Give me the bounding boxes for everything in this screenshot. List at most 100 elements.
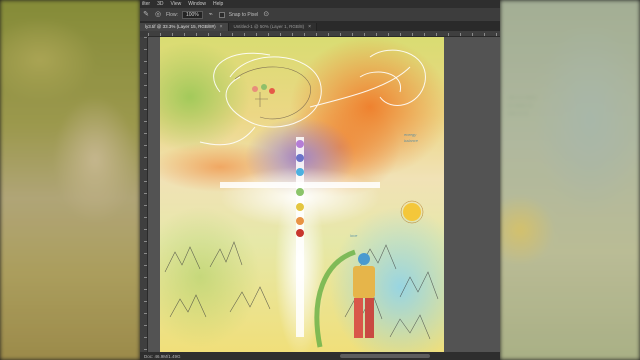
ruler-tick (144, 121, 147, 122)
ruler-tick (460, 33, 461, 36)
canvas-note: balance (404, 138, 419, 143)
ruler-tick (424, 33, 425, 36)
snap-checkbox[interactable] (218, 11, 225, 18)
painting (160, 37, 444, 352)
document-canvas[interactable]: energy balance love (160, 37, 444, 352)
menu-view[interactable]: View (170, 0, 181, 8)
ruler-tick (144, 325, 147, 326)
ruler-tick (220, 33, 221, 36)
menu-3d[interactable]: 3D (157, 0, 163, 8)
ruler-tick (144, 205, 147, 206)
photoshop-window: ilter 3D View Window Help ✎ ◎ Flow: 100%… (140, 0, 500, 360)
ruler-tick (144, 85, 147, 86)
ruler-tick (280, 33, 281, 36)
flow-input[interactable]: 100% (181, 10, 203, 19)
ruler-tick (144, 61, 147, 62)
ruler-tick (448, 33, 449, 36)
ruler-tick (144, 97, 147, 98)
close-icon[interactable]: × (220, 23, 223, 31)
canvas-note: love (350, 233, 358, 238)
ruler-tick (364, 33, 365, 36)
snap-checkbox-label: Snap to Pixel (228, 11, 259, 18)
ruler-tick (484, 33, 485, 36)
ruler-tick (316, 33, 317, 36)
ruler-tick (388, 33, 389, 36)
ruler-tick (144, 37, 147, 38)
ruler-tick (144, 181, 147, 182)
document-tab-bar: ly3.tif @ 33.3% (Layer 15, RGB/8#) × Unt… (140, 22, 500, 31)
chakra-third-eye (296, 154, 304, 162)
background-scribble: ~~ ~ ~~~ ~ ~~~ ~ ~~ ~ ~ (508, 95, 537, 118)
ruler-tick (144, 277, 147, 278)
vertical-ruler[interactable] (140, 37, 148, 352)
sun (403, 203, 421, 221)
document-tab[interactable]: Untitled-1 @ 50% (Layer 1, RGB/8) × (228, 23, 318, 31)
ruler-tick (144, 193, 147, 194)
ruler-tick (472, 33, 473, 36)
pressure-size-icon[interactable]: ⊙ (262, 11, 270, 19)
menu-filter[interactable]: ilter (142, 0, 150, 8)
ruler-tick (144, 49, 147, 50)
tab-label: Untitled-1 @ 50% (Layer 1, RGB/8) (233, 24, 305, 29)
ruler-tick (144, 145, 147, 146)
chakra-heart (296, 188, 304, 196)
tab-label: ly3.tif @ 33.3% (Layer 15, RGB/8#) (145, 24, 216, 29)
chakra-sacral (296, 217, 304, 225)
airbrush-icon[interactable]: ⌁ (207, 11, 215, 19)
ruler-tick (160, 33, 161, 36)
ruler-tick (148, 33, 149, 36)
menu-window[interactable]: Window (188, 0, 206, 8)
ruler-tick (144, 73, 147, 74)
ruler-tick (144, 289, 147, 290)
ruler-tick (268, 33, 269, 36)
ruler-tick (304, 33, 305, 36)
ruler-tick (144, 229, 147, 230)
doc-size-readout: Doc: 46.9M/1.49G (144, 353, 181, 359)
close-icon[interactable]: × (308, 23, 311, 31)
chakra-throat (296, 168, 304, 176)
ruler-tick (412, 33, 413, 36)
ruler-tick (144, 253, 147, 254)
ruler-tick (208, 33, 209, 36)
options-bar: ✎ ◎ Flow: 100% ⌁ Snap to Pixel ⊙ (140, 8, 500, 22)
horizontal-scrollbar[interactable] (340, 354, 430, 358)
canvas-note: energy (404, 132, 417, 137)
ruler-tick (436, 33, 437, 36)
ruler-tick (400, 33, 401, 36)
ruler-tick (144, 337, 147, 338)
ruler-tick (328, 33, 329, 36)
ruler-tick (496, 33, 497, 36)
ruler-tick (376, 33, 377, 36)
pressure-opacity-icon[interactable]: ◎ (154, 11, 162, 19)
ruler-tick (144, 169, 147, 170)
ruler-tick (172, 33, 173, 36)
flow-label: Flow: (166, 11, 178, 18)
ruler-tick (144, 133, 147, 134)
ruler-tick (144, 313, 147, 314)
ruler-tick (144, 265, 147, 266)
menu-bar: ilter 3D View Window Help (140, 0, 500, 8)
ruler-tick (232, 33, 233, 36)
menu-help[interactable]: Help (213, 0, 223, 8)
status-bar: Doc: 46.9M/1.49G (140, 352, 500, 360)
brush-preset-icon[interactable]: ✎ (142, 11, 150, 19)
ruler-tick (196, 33, 197, 36)
ruler-tick (144, 349, 147, 350)
ruler-tick (352, 33, 353, 36)
ruler-tick (340, 33, 341, 36)
ruler-tick (144, 157, 147, 158)
chakra-crown (296, 140, 304, 148)
ruler-tick (256, 33, 257, 36)
ruler-tick (144, 217, 147, 218)
ruler-tick (244, 33, 245, 36)
ruler-tick (144, 241, 147, 242)
chakra-solar (296, 203, 304, 211)
ruler-tick (184, 33, 185, 36)
ruler-tick (144, 109, 147, 110)
ruler-tick (144, 301, 147, 302)
document-tab-active[interactable]: ly3.tif @ 33.3% (Layer 15, RGB/8#) × (140, 23, 229, 31)
ruler-tick (292, 33, 293, 36)
background-blur-right: ~~ ~ ~~~ ~ ~~~ ~ ~~ ~ ~ (500, 0, 640, 360)
background-blur-left (0, 0, 140, 360)
chakra-root (296, 229, 304, 237)
